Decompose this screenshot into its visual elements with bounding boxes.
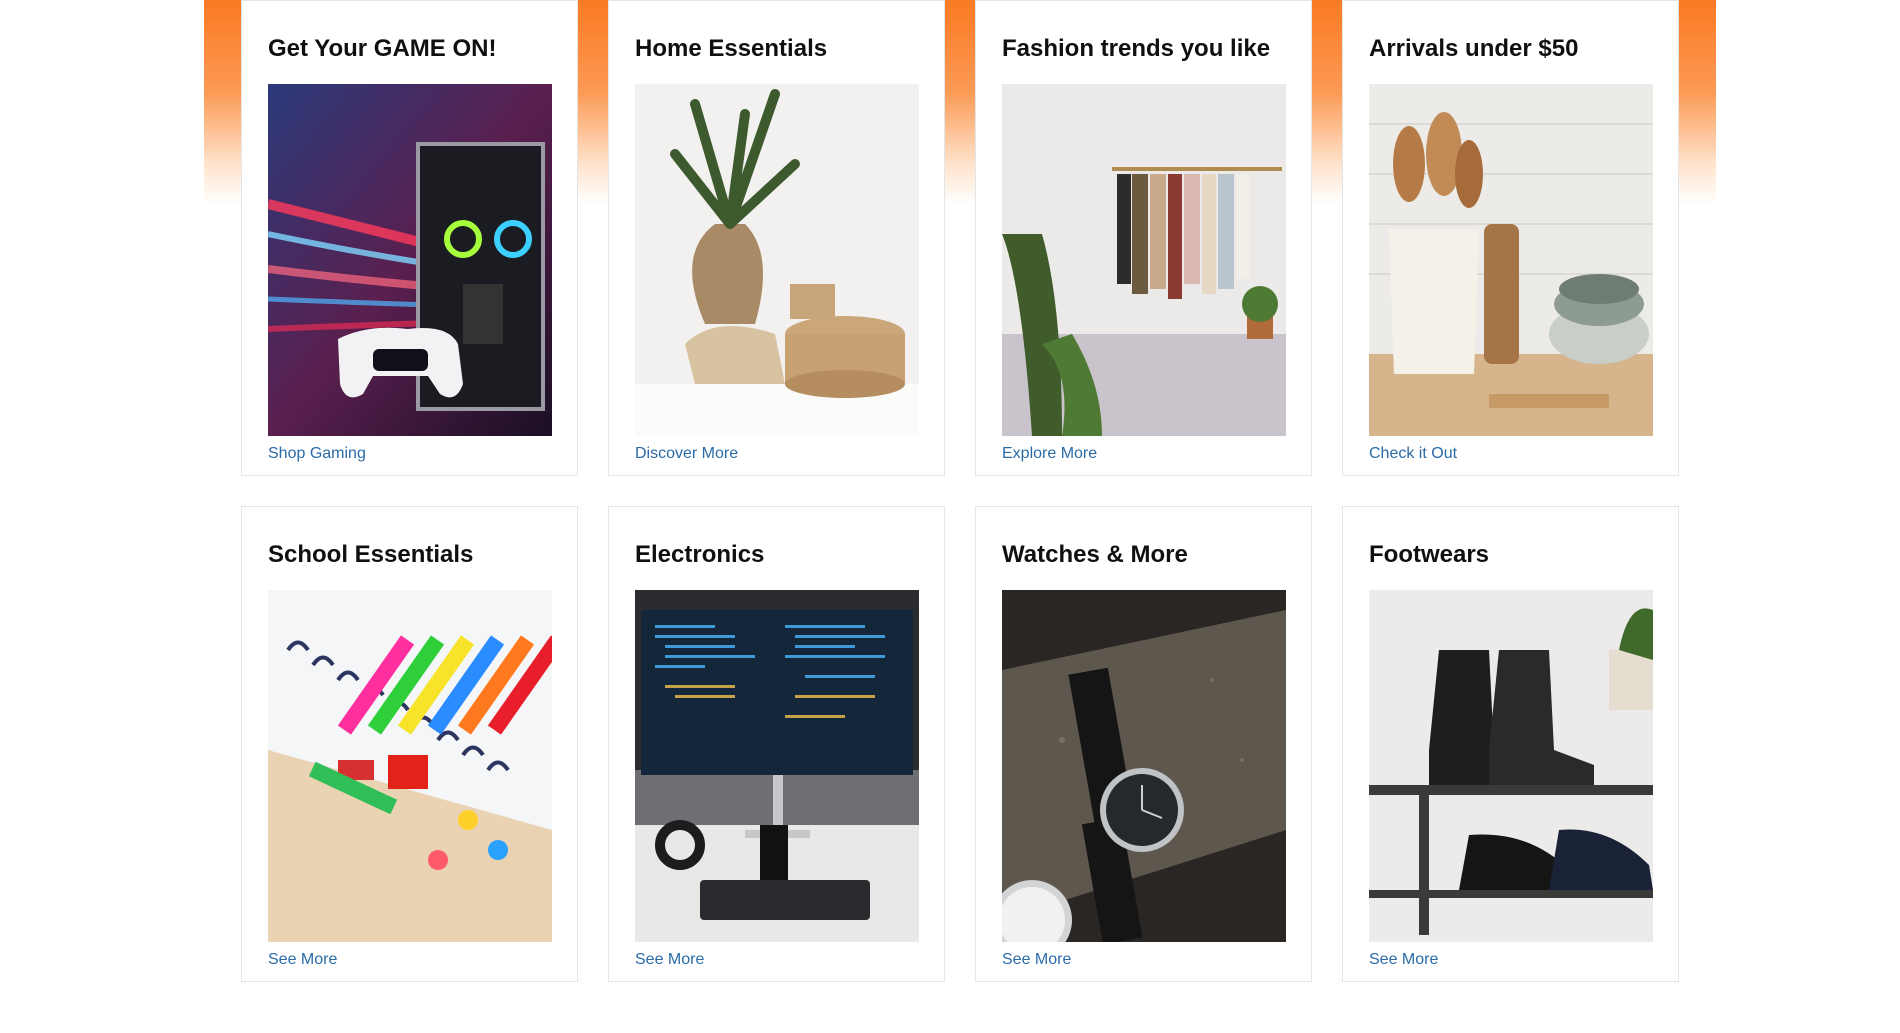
home-decor-plant-baskets-image[interactable] [635, 84, 919, 436]
gaming-pc-and-controller-image[interactable] [268, 84, 552, 436]
category-card-fashion: Fashion trends you like Explore More [975, 0, 1312, 476]
check-it-out-link[interactable]: Check it Out [1369, 445, 1652, 463]
category-card-grid: Get Your GAME ON! Shop Gaming Home Essen… [241, 0, 1679, 982]
explore-more-link[interactable]: Explore More [1002, 445, 1285, 463]
category-card-electronics: Electronics See More [608, 506, 945, 982]
category-card-footwears: Footwears See More [1342, 506, 1679, 982]
discover-more-link[interactable]: Discover More [635, 445, 918, 463]
kitchenware-jug-bowls-image[interactable] [1369, 84, 1653, 436]
card-title: Watches & More [1002, 541, 1188, 568]
see-more-link[interactable]: See More [635, 951, 918, 969]
card-title: Electronics [635, 541, 765, 568]
boots-shoe-rack-image[interactable] [1369, 590, 1653, 942]
card-title: Home Essentials [635, 35, 828, 62]
card-title: Get Your GAME ON! [268, 35, 497, 62]
category-card-home-essentials: Home Essentials Discover More [608, 0, 945, 476]
wristwatches-image[interactable] [1002, 590, 1286, 942]
see-more-link[interactable]: See More [268, 951, 551, 969]
category-card-gaming: Get Your GAME ON! Shop Gaming [241, 0, 578, 476]
category-card-arrivals: Arrivals under $50 Check it Out [1342, 0, 1679, 476]
shop-gaming-link[interactable]: Shop Gaming [268, 445, 551, 463]
see-more-link[interactable]: See More [1002, 951, 1285, 969]
monitor-keyboard-desk-image[interactable] [635, 590, 919, 942]
card-title: Fashion trends you like [1002, 35, 1271, 62]
clothing-rack-image[interactable] [1002, 84, 1286, 436]
card-title: School Essentials [268, 541, 474, 568]
see-more-link[interactable]: See More [1369, 951, 1652, 969]
stationery-markers-notebook-image[interactable] [268, 590, 552, 942]
card-title: Footwears [1369, 541, 1490, 568]
category-card-school-essentials: School Essentials See More [241, 506, 578, 982]
card-title: Arrivals under $50 [1369, 35, 1579, 62]
category-card-watches: Watches & More See More [975, 506, 1312, 982]
